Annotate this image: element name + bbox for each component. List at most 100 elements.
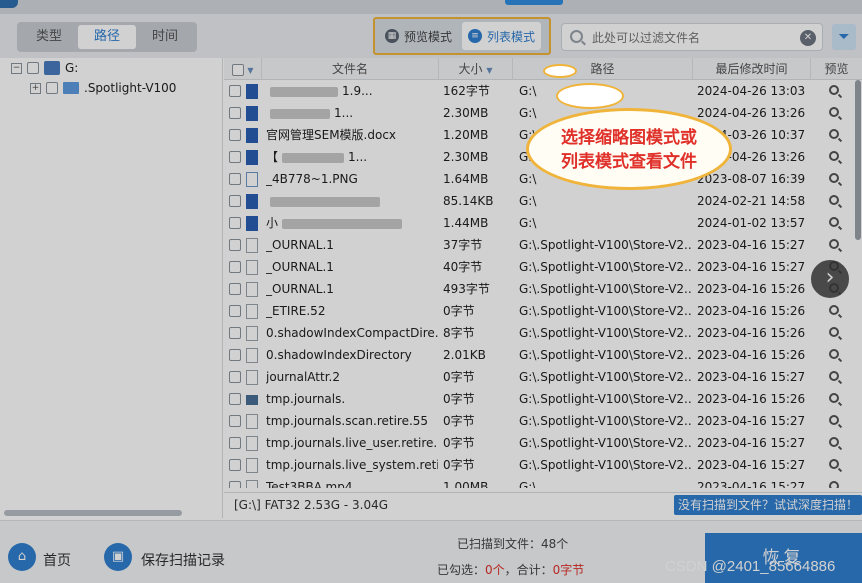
next-arrow-button[interactable]: › bbox=[809, 258, 851, 300]
preview-magnifier-icon[interactable] bbox=[829, 151, 839, 161]
preview-magnifier-icon[interactable] bbox=[829, 173, 839, 183]
table-row[interactable]: Test3BBA.mp4 1.00MB G:\ 2023-04-16 15:27 bbox=[224, 476, 862, 488]
preview-cell[interactable] bbox=[824, 80, 844, 102]
expand-icon[interactable]: + bbox=[30, 82, 41, 94]
header-modified[interactable]: 最后修改时间 bbox=[693, 58, 811, 80]
home-icon[interactable]: ⌂ bbox=[8, 543, 36, 571]
preview-magnifier-icon[interactable] bbox=[829, 437, 839, 447]
home-button[interactable]: 首页 bbox=[43, 550, 71, 570]
preview-magnifier-icon[interactable] bbox=[829, 459, 839, 469]
sort-icon[interactable]: ▼ bbox=[247, 66, 253, 75]
table-row[interactable]: tmp.journals. 0字节 G:\.Spotlight-V100\Store… bbox=[224, 388, 862, 410]
preview-magnifier-icon[interactable] bbox=[829, 327, 839, 337]
header-path[interactable]: 路径 bbox=[513, 58, 693, 80]
table-row[interactable]: _ETIRE.52 0字节 G:\.Spotlight-V100\Store-V2.… bbox=[224, 300, 862, 322]
tab-type[interactable]: 类型 bbox=[20, 25, 78, 49]
table-row[interactable]: journalAttr.2 0字节 G:\.Spotlight-V100\Store… bbox=[224, 366, 862, 388]
table-row[interactable]: tmp.journals.live_system.reti... 0字节 G:\.S… bbox=[224, 454, 862, 476]
preview-cell[interactable] bbox=[824, 300, 844, 322]
row-checkbox[interactable] bbox=[229, 371, 241, 383]
row-checkbox-cell[interactable] bbox=[229, 278, 243, 300]
save-icon[interactable]: ▣ bbox=[104, 543, 132, 571]
row-checkbox-cell[interactable] bbox=[229, 256, 243, 278]
table-row[interactable]: 0.shadowIndexCompactDire... 8字节 G:\.Spotli… bbox=[224, 322, 862, 344]
preview-cell[interactable] bbox=[824, 234, 844, 256]
row-checkbox[interactable] bbox=[229, 129, 241, 141]
row-checkbox[interactable] bbox=[229, 481, 241, 488]
row-checkbox[interactable] bbox=[229, 415, 241, 427]
deep-scan-link[interactable]: 没有扫描到文件？试试深度扫描！ bbox=[674, 495, 862, 515]
list-mode-button[interactable]: ≡ 列表模式 bbox=[462, 22, 542, 50]
preview-cell[interactable] bbox=[824, 476, 844, 488]
row-checkbox[interactable] bbox=[229, 217, 241, 229]
row-checkbox[interactable] bbox=[229, 437, 241, 449]
header-name[interactable]: 文件名 bbox=[262, 58, 439, 80]
preview-magnifier-icon[interactable] bbox=[829, 85, 839, 95]
row-checkbox-cell[interactable] bbox=[229, 476, 243, 488]
collapse-icon[interactable]: − bbox=[11, 62, 22, 74]
row-checkbox[interactable] bbox=[229, 195, 241, 207]
row-checkbox-cell[interactable] bbox=[229, 300, 243, 322]
preview-magnifier-icon[interactable] bbox=[829, 239, 839, 249]
vertical-scrollbar[interactable] bbox=[855, 80, 861, 240]
filter-button[interactable]: ⏷ bbox=[832, 24, 856, 50]
preview-cell[interactable] bbox=[824, 168, 844, 190]
row-checkbox-cell[interactable] bbox=[229, 322, 243, 344]
preview-magnifier-icon[interactable] bbox=[829, 481, 839, 488]
row-checkbox[interactable] bbox=[229, 261, 241, 273]
preview-cell[interactable] bbox=[824, 410, 844, 432]
row-checkbox-cell[interactable] bbox=[229, 344, 243, 366]
row-checkbox-cell[interactable] bbox=[229, 234, 243, 256]
preview-cell[interactable] bbox=[824, 344, 844, 366]
preview-cell[interactable] bbox=[824, 102, 844, 124]
table-row[interactable]: tmp.journals.live_user.retire.2 0字节 G:\.Sp… bbox=[224, 432, 862, 454]
preview-mode-button[interactable]: ▦ 预览模式 bbox=[379, 22, 458, 50]
table-row[interactable]: 85.14KB G:\ 2024-02-21 14:58 bbox=[224, 190, 862, 212]
table-row[interactable]: _OURNAL.1 37字节 G:\.Spotlight-V100\Store-V2… bbox=[224, 234, 862, 256]
row-checkbox-cell[interactable] bbox=[229, 124, 243, 146]
row-checkbox[interactable] bbox=[229, 151, 241, 163]
row-checkbox[interactable] bbox=[229, 459, 241, 471]
tree-item-spotlight[interactable]: + .Spotlight-V100 bbox=[30, 78, 176, 98]
preview-magnifier-icon[interactable] bbox=[829, 415, 839, 425]
table-row[interactable]: tmp.journals.scan.retire.55 0字节 G:\.Spotli… bbox=[224, 410, 862, 432]
preview-cell[interactable] bbox=[824, 124, 844, 146]
row-checkbox[interactable] bbox=[229, 393, 241, 405]
row-checkbox-cell[interactable] bbox=[229, 212, 243, 234]
save-scan-record-button[interactable]: 保存扫描记录 bbox=[141, 550, 225, 570]
select-all-header[interactable]: ▼ bbox=[224, 58, 262, 80]
row-checkbox[interactable] bbox=[229, 85, 241, 97]
preview-magnifier-icon[interactable] bbox=[829, 371, 839, 381]
tab-time[interactable]: 时间 bbox=[136, 25, 194, 49]
table-row[interactable]: 1.9... 162字节 G:\ 2024-04-26 13:03 bbox=[224, 80, 862, 102]
row-checkbox[interactable] bbox=[229, 173, 241, 185]
preview-magnifier-icon[interactable] bbox=[829, 349, 839, 359]
preview-magnifier-icon[interactable] bbox=[829, 217, 839, 227]
search-input[interactable] bbox=[592, 28, 792, 48]
row-checkbox-cell[interactable] bbox=[229, 80, 243, 102]
tab-path[interactable]: 路径 bbox=[78, 25, 136, 49]
header-size[interactable]: 大小 ▼ bbox=[439, 58, 513, 80]
table-row[interactable]: 0.shadowIndexDirectory 2.01KB G:\.Spotligh… bbox=[224, 344, 862, 366]
table-row[interactable]: 小 1.44MB G:\ 2024-01-02 13:57 bbox=[224, 212, 862, 234]
table-row[interactable]: _OURNAL.1 40字节 G:\.Spotlight-V100\Store-V2… bbox=[224, 256, 862, 278]
preview-cell[interactable] bbox=[824, 212, 844, 234]
preview-magnifier-icon[interactable] bbox=[829, 393, 839, 403]
preview-magnifier-icon[interactable] bbox=[829, 305, 839, 315]
preview-cell[interactable] bbox=[824, 432, 844, 454]
table-row[interactable]: _OURNAL.1 493字节 G:\.Spotlight-V100\Store-V… bbox=[224, 278, 862, 300]
row-checkbox-cell[interactable] bbox=[229, 168, 243, 190]
row-checkbox-cell[interactable] bbox=[229, 366, 243, 388]
row-checkbox[interactable] bbox=[229, 305, 241, 317]
preview-cell[interactable] bbox=[824, 454, 844, 476]
preview-cell[interactable] bbox=[824, 366, 844, 388]
row-checkbox[interactable] bbox=[229, 349, 241, 361]
tree-checkbox-drive[interactable] bbox=[27, 62, 39, 74]
row-checkbox-cell[interactable] bbox=[229, 388, 243, 410]
preview-cell[interactable] bbox=[824, 146, 844, 168]
row-checkbox[interactable] bbox=[229, 283, 241, 295]
preview-cell[interactable] bbox=[824, 190, 844, 212]
clear-icon[interactable]: ✕ bbox=[800, 30, 816, 46]
preview-cell[interactable] bbox=[824, 322, 844, 344]
row-checkbox-cell[interactable] bbox=[229, 190, 243, 212]
